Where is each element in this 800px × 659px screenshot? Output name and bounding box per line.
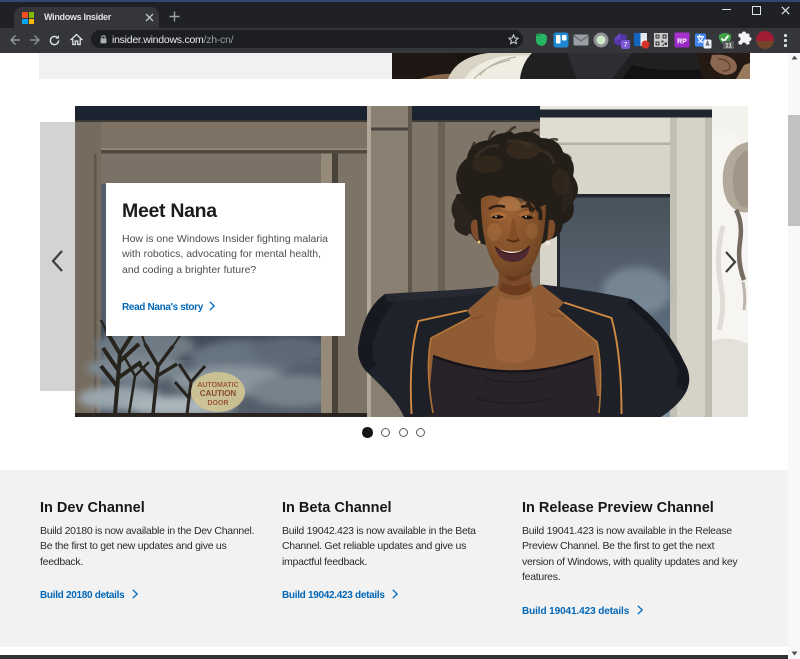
svg-text:RP: RP xyxy=(677,39,687,46)
svg-text:DOOR: DOOR xyxy=(208,400,229,407)
svg-text:11: 11 xyxy=(725,43,732,50)
svg-text:CAUTION: CAUTION xyxy=(200,389,237,398)
svg-text:7: 7 xyxy=(623,40,627,49)
svg-text:AUTOMATIC: AUTOMATIC xyxy=(197,382,238,389)
